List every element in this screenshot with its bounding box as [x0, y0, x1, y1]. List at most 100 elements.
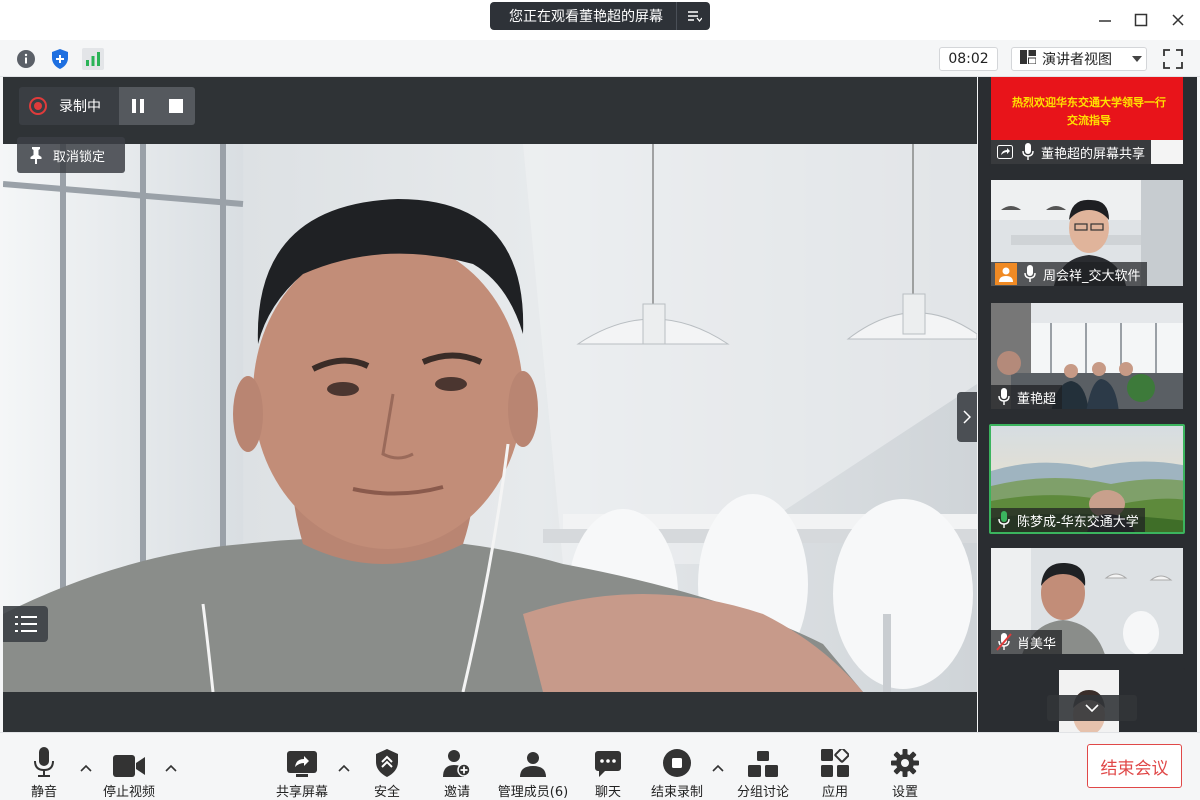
end-recording-button[interactable]: 结束录制: [650, 747, 704, 800]
gallery-tile-screen-share[interactable]: 热烈欢迎华东交通大学领导一行 交流指导 董艳超的屏幕共享: [989, 77, 1185, 166]
screen-share-banner: 您正在观看董艳超的屏幕: [490, 2, 710, 30]
apps-label: 应用: [821, 785, 848, 800]
host-avatar-icon: [995, 263, 1017, 285]
unpin-label: 取消锁定: [53, 149, 106, 165]
tile-name: 周会祥_交大软件: [1043, 268, 1141, 284]
tile-label: 周会祥_交大软件: [991, 262, 1147, 286]
chevron-down-icon: [1085, 704, 1099, 712]
breakout-rooms-label: 分组讨论: [736, 785, 789, 800]
tile-name: 董艳超的屏幕共享: [1041, 146, 1146, 162]
end-recording-label: 结束录制: [650, 785, 703, 800]
share-screen-label: 共享屏幕: [275, 785, 328, 800]
signal-strength-icon[interactable]: [81, 47, 105, 71]
tile-label: 肖美华: [991, 630, 1063, 654]
recording-options-chevron-icon[interactable]: [711, 761, 725, 775]
fullscreen-icon[interactable]: [1160, 47, 1186, 71]
record-icon: [29, 97, 47, 115]
share-screen-button[interactable]: 共享屏幕: [274, 747, 330, 800]
welcome-banner: 热烈欢迎华东交通大学领导一行 交流指导: [1012, 96, 1166, 127]
gallery-tile-active-speaker[interactable]: 陈梦成-华东交通大学: [989, 424, 1185, 534]
audio-options-chevron-icon[interactable]: [79, 761, 93, 775]
tile-name: 陈梦成-华东交通大学: [1017, 514, 1139, 530]
stop-record-icon: [663, 747, 691, 777]
title-bar: 您正在观看董艳超的屏幕: [0, 0, 1200, 40]
view-mode-dropdown[interactable]: 演讲者视图: [1011, 47, 1147, 71]
invite-button[interactable]: 邀请: [442, 747, 472, 800]
shield-icon[interactable]: [48, 47, 72, 71]
recording-controls: 录制中: [19, 87, 195, 125]
microphone-icon: [1021, 265, 1039, 283]
stop-icon: [169, 99, 183, 113]
info-bar: 08:02 演讲者视图: [0, 40, 1200, 77]
chat-icon: [595, 747, 621, 777]
manage-members-button[interactable]: 管理成员(6): [497, 747, 569, 800]
participant-list-toggle[interactable]: [3, 606, 48, 642]
unpin-button[interactable]: 取消锁定: [17, 137, 125, 173]
speaker-view-icon: [1020, 50, 1037, 68]
stop-video-label: 停止视频: [102, 785, 155, 800]
screen-share-icon: [995, 142, 1015, 162]
security-shield-icon: [375, 747, 399, 777]
share-screen-icon: [287, 747, 317, 777]
invite-label: 邀请: [443, 785, 470, 800]
close-icon[interactable]: [1165, 8, 1191, 32]
settings-button[interactable]: 设置: [890, 747, 920, 800]
video-camera-icon: [113, 747, 145, 777]
manage-members-label: 管理成员(6): [497, 785, 569, 800]
mute-label: 静音: [30, 785, 57, 800]
share-menu-icon[interactable]: [676, 2, 710, 30]
microphone-active-icon: [995, 511, 1013, 529]
tile-name: 董艳超: [1017, 391, 1057, 407]
tile-label: 董艳超的屏幕共享: [991, 140, 1152, 164]
speaker-video: [3, 144, 977, 692]
speaker-video-scene: [3, 144, 977, 692]
microphone-icon: [995, 388, 1013, 406]
security-label: 安全: [373, 785, 400, 800]
microphone-icon: [33, 747, 55, 777]
pause-recording-button[interactable]: [119, 87, 157, 125]
collapse-gallery-button[interactable]: [957, 392, 977, 442]
apps-grid-icon: [821, 747, 849, 777]
pin-icon: [30, 147, 42, 164]
participant-gallery: 热烈欢迎华东交通大学领导一行 交流指导 董艳超的屏幕共享 周会祥_交大软件 董艳…: [978, 77, 1197, 732]
bottom-toolbar: 静音 停止视频 共享屏幕 安全 邀请 管理成员(6) 聊天 结束录制 分组讨论 …: [0, 732, 1200, 800]
gallery-tile-participant[interactable]: 肖美华: [989, 546, 1185, 656]
list-icon: [14, 616, 37, 632]
gallery-tile-participant[interactable]: 周会祥_交大软件: [989, 178, 1185, 288]
security-button[interactable]: 安全: [372, 747, 402, 800]
recording-label: 录制中: [59, 99, 101, 115]
breakout-rooms-button[interactable]: 分组讨论: [736, 747, 790, 800]
tile-label: 陈梦成-华东交通大学: [991, 508, 1145, 532]
share-banner-text: 您正在观看董艳超的屏幕: [509, 9, 663, 25]
stop-recording-button[interactable]: [157, 87, 195, 125]
minimize-icon[interactable]: [1092, 8, 1118, 32]
meeting-timer: 08:02: [939, 47, 998, 71]
share-options-chevron-icon[interactable]: [337, 761, 351, 775]
chat-button[interactable]: 聊天: [594, 747, 622, 800]
stop-video-button[interactable]: 停止视频: [98, 747, 160, 800]
maximize-icon[interactable]: [1128, 8, 1154, 32]
meeting-window: 您正在观看董艳超的屏幕 08:02 演讲者视图 录制中 取消锁定 热烈欢迎华东交…: [0, 0, 1200, 800]
end-meeting-button[interactable]: 结束会议: [1087, 744, 1182, 788]
tile-label: 董艳超: [991, 385, 1063, 409]
mute-button[interactable]: 静音: [26, 747, 62, 800]
chevron-right-icon: [963, 410, 971, 424]
microphone-muted-icon: [995, 633, 1013, 651]
info-icon[interactable]: [14, 47, 38, 71]
video-options-chevron-icon[interactable]: [164, 761, 178, 775]
add-user-icon: [443, 747, 471, 777]
apps-button[interactable]: 应用: [820, 747, 850, 800]
settings-label: 设置: [891, 785, 918, 800]
view-mode-label: 演讲者视图: [1042, 52, 1112, 68]
main-stage: 录制中 取消锁定: [3, 77, 977, 732]
chat-label: 聊天: [594, 785, 621, 800]
microphone-icon: [1019, 143, 1037, 161]
gear-icon: [891, 747, 919, 777]
members-icon: [518, 747, 548, 777]
recording-status: 录制中: [19, 87, 119, 125]
pause-icon: [132, 99, 144, 113]
gallery-tile-participant[interactable]: 董艳超: [989, 301, 1185, 411]
scroll-gallery-down-button[interactable]: [1047, 695, 1137, 721]
tile-name: 肖美华: [1017, 636, 1057, 652]
chevron-down-icon: [1128, 56, 1146, 62]
